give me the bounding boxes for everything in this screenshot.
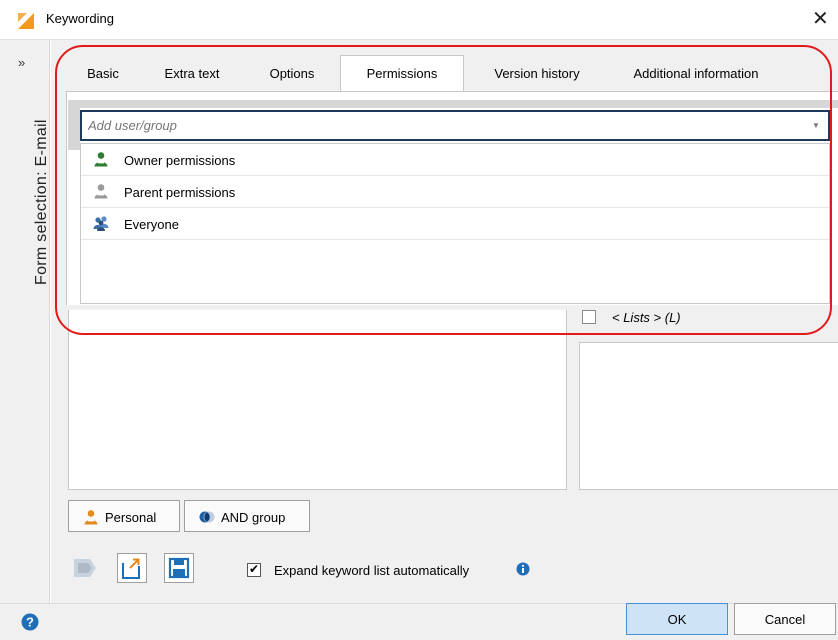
list-item-owner-permissions[interactable]: Owner permissions <box>81 144 829 176</box>
keyword-list-panel <box>68 310 567 490</box>
open-file-button[interactable] <box>117 553 147 583</box>
list-item-parent-permissions[interactable]: Parent permissions <box>81 176 829 208</box>
form-selection-label[interactable]: Form selection: E-mail <box>33 119 51 285</box>
svg-text:?: ? <box>26 615 34 630</box>
save-button[interactable] <box>164 553 194 583</box>
add-user-group-combobox[interactable]: ▼ <box>80 110 830 141</box>
title-bar: Keywording ✕ <box>0 0 838 40</box>
and-group-icon <box>199 511 215 523</box>
lists-checkbox[interactable] <box>582 310 596 324</box>
tab-extra-text[interactable]: Extra text <box>151 56 233 90</box>
app-logo-icon <box>17 12 35 30</box>
checkmark-icon: ✔ <box>249 562 260 576</box>
group-users-icon <box>93 216 109 231</box>
owner-permissions-label: Owner permissions <box>124 153 236 168</box>
window-title: Keywording <box>46 11 114 26</box>
panel-shade-left <box>68 100 80 150</box>
panel-shade-top <box>68 100 838 108</box>
cancel-button[interactable]: Cancel <box>734 603 836 635</box>
tab-options[interactable]: Options <box>257 56 327 90</box>
lists-panel <box>579 342 838 490</box>
ok-button[interactable]: OK <box>626 603 728 635</box>
list-item-everyone[interactable]: Everyone <box>81 208 829 240</box>
tab-basic[interactable]: Basic <box>79 56 127 90</box>
personal-button[interactable]: Personal <box>68 500 180 532</box>
everyone-label: Everyone <box>124 217 179 232</box>
tab-strip: Basic Extra text Options Permissions Ver… <box>65 55 825 92</box>
dropdown-arrow-icon[interactable]: ▼ <box>812 121 820 130</box>
help-icon[interactable]: ? <box>21 613 39 631</box>
and-group-label: AND group <box>221 510 286 525</box>
close-icon[interactable]: ✕ <box>812 6 829 31</box>
tab-additional-information[interactable]: Additional information <box>613 56 779 90</box>
tab-version-history[interactable]: Version history <box>475 56 599 90</box>
expand-keyword-list-label: Expand keyword list automatically <box>274 563 470 578</box>
add-user-group-input[interactable] <box>88 118 788 133</box>
lists-label: < Lists > (L) <box>612 310 681 325</box>
open-folder-icon <box>122 558 140 579</box>
parent-permissions-label: Parent permissions <box>124 185 236 200</box>
and-group-button[interactable]: AND group <box>184 500 310 532</box>
user-gray-icon <box>94 184 108 199</box>
personal-label: Personal <box>105 510 157 525</box>
user-orange-icon <box>84 510 98 525</box>
tab-permissions[interactable]: Permissions <box>340 55 464 92</box>
user-green-icon <box>94 152 108 167</box>
apply-arrow-icon <box>74 559 96 577</box>
expand-keyword-list-checkbox[interactable]: ✔ <box>247 562 261 577</box>
info-icon[interactable] <box>516 562 530 576</box>
save-disk-icon <box>168 557 190 579</box>
apply-keywords-button[interactable] <box>70 553 100 583</box>
expand-sidebar-icon[interactable]: » <box>18 55 25 70</box>
lists-option[interactable]: < Lists > (L) <box>582 309 832 329</box>
user-group-dropdown: Owner permissions Parent permissions Eve… <box>80 143 830 304</box>
